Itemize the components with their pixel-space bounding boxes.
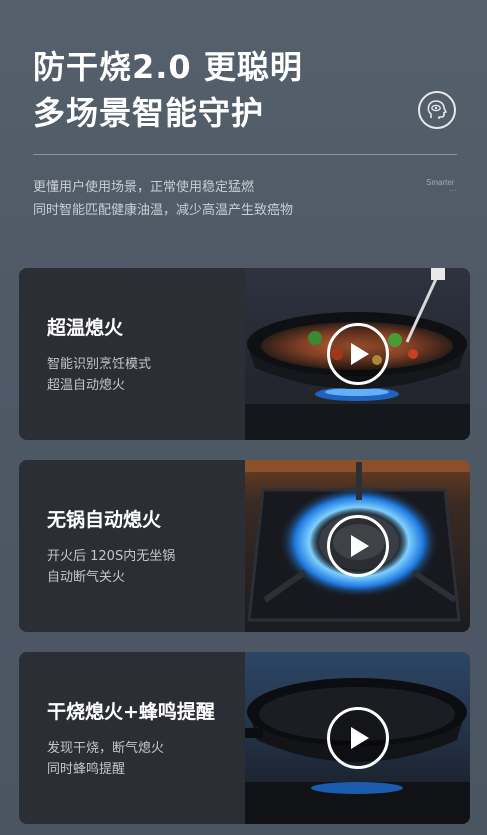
feature-card-overheat: 超温熄火 智能识别烹饪模式 超温自动熄火	[19, 268, 470, 440]
feature-card-line2: 超温自动熄火	[47, 377, 126, 393]
page-title-line1: 防干烧2.0 更聪明	[33, 48, 303, 86]
feature-card-text: 超温熄火 智能识别烹饪模式 超温自动熄火	[19, 268, 245, 440]
smarter-dots: ···	[449, 186, 457, 195]
feature-card-line2: 自动断气关火	[47, 569, 126, 585]
feature-card-text: 干烧熄火+蜂鸣提醒 发现干烧，断气熄火 同时蜂鸣提醒	[19, 652, 245, 824]
intro-text: 更懂用户使用场景，正常使用稳定猛燃 同时智能匹配健康油温，减少高温产生致癌物	[33, 176, 293, 222]
play-icon	[351, 535, 369, 557]
feature-card-no-pot: 无锅自动熄火 开火后 120S内无坐锅 自动断气关火	[19, 460, 470, 632]
play-button[interactable]	[326, 707, 389, 769]
feature-card-line1: 开火后 120S内无坐锅	[47, 548, 176, 564]
head-eye-icon	[418, 91, 456, 129]
burner-video-thumbnail[interactable]	[245, 460, 470, 632]
page-title-line2: 多场景智能守护	[33, 94, 265, 132]
divider	[33, 154, 457, 155]
wok-video-thumbnail[interactable]	[245, 268, 470, 440]
feature-card-dry-burn: 干烧熄火+蜂鸣提醒 发现干烧，断气熄火 同时蜂鸣提醒	[19, 652, 470, 824]
feature-card-title: 超温熄火	[47, 316, 124, 339]
play-icon	[351, 343, 369, 365]
feature-card-title: 干烧熄火+蜂鸣提醒	[47, 700, 215, 723]
intro-line1: 更懂用户使用场景，正常使用稳定猛燃	[33, 180, 255, 195]
feature-card-line1: 发现干烧，断气熄火	[47, 740, 165, 756]
feature-card-line2: 同时蜂鸣提醒	[47, 761, 126, 777]
intro-line2: 同时智能匹配健康油温，减少高温产生致癌物	[33, 203, 294, 218]
play-icon	[351, 727, 369, 749]
feature-card-title: 无锅自动熄火	[47, 508, 162, 531]
feature-card-line1: 智能识别烹饪模式	[47, 356, 152, 372]
feature-card-text: 无锅自动熄火 开火后 120S内无坐锅 自动断气关火	[19, 460, 245, 632]
play-button[interactable]	[326, 515, 389, 577]
page-title: 防干烧2.0 更聪明 多场景智能守护	[33, 44, 303, 136]
pan-video-thumbnail[interactable]	[245, 652, 470, 824]
play-button[interactable]	[326, 323, 389, 385]
